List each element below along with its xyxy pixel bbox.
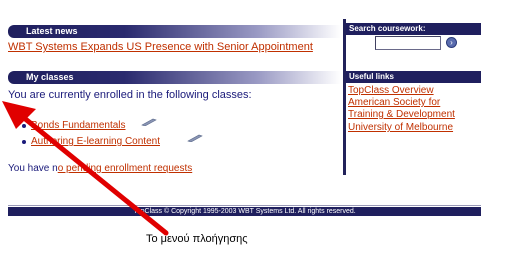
annotation-caption: Το μενού πλοήγησης: [146, 233, 248, 245]
search-header: Search coursework:: [346, 23, 481, 35]
search-input[interactable]: [375, 36, 441, 50]
useful-link-astd-line2[interactable]: Training & Development: [348, 109, 455, 121]
useful-links-header: Useful links: [346, 71, 481, 83]
right-sidebar: Search coursework: › Useful links TopCla…: [343, 19, 484, 175]
latest-news-header: Latest news: [8, 25, 341, 38]
annotation-arrow: [2, 101, 169, 236]
useful-link-astd-line1[interactable]: American Society for: [348, 97, 440, 109]
latest-news-title: Latest news: [26, 26, 78, 36]
my-classes-title: My classes: [26, 72, 74, 82]
my-classes-header: My classes: [8, 71, 341, 84]
arrow-right-icon[interactable]: ›: [446, 37, 457, 48]
useful-link-topclass-overview[interactable]: TopClass Overview: [348, 85, 434, 97]
useful-link-university-melbourne[interactable]: University of Melbourne: [348, 122, 453, 134]
news-item-link[interactable]: WBT Systems Expands US Presence with Sen…: [8, 41, 313, 53]
